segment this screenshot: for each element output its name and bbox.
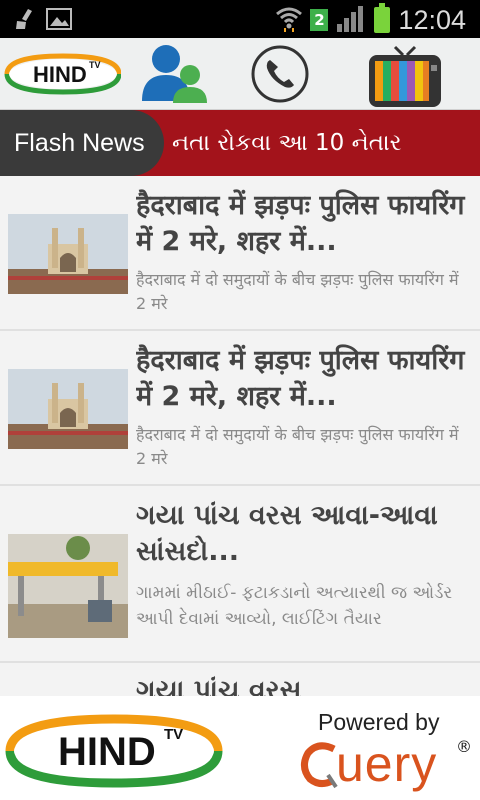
news-item[interactable]: ગયા પાંચ વરસ આવા-આવા સાંસદો... ગામમાં મી…: [0, 486, 480, 663]
toolbar-logo-text: HIND: [33, 62, 87, 87]
news-thumbnail: [8, 214, 128, 294]
news-headline[interactable]: ગયા પાંચ વરસ: [136, 673, 472, 696]
news-item[interactable]: हैदराबाद में झड़पः पुलिस फायरिंग में 2 म…: [0, 176, 480, 331]
toolbar-logo-sup: TV: [89, 60, 101, 70]
footer-hindtv-logo: HIND TV: [4, 713, 224, 793]
news-summary: ગામમાં મીઠાઈ- ફટાકડાનો અત્યારથી જ ઓર્ડર …: [136, 583, 453, 629]
toolbar: HIND TV: [0, 38, 480, 110]
footer-logo-text: HIND: [58, 730, 156, 774]
users-icon[interactable]: [130, 38, 220, 110]
news-thumbnail: [8, 369, 128, 449]
tv-icon[interactable]: [360, 38, 450, 110]
sim-badge: 2: [310, 9, 329, 31]
registered-mark: ®: [456, 737, 472, 756]
flash-news-ticker[interactable]: Flash News નતા રોકવા આ 10 નેતાર: [0, 110, 480, 176]
news-item[interactable]: ગયા પાંચ વરસ: [0, 663, 480, 696]
news-list[interactable]: हैदराबाद में झड़पः पुलिस फायरिंग में 2 म…: [0, 176, 480, 696]
hindtv-logo[interactable]: HIND TV: [0, 38, 124, 110]
status-bar: 2 12:04: [0, 0, 480, 38]
powered-by-label: Powered by: [318, 709, 440, 735]
news-headline[interactable]: ગયા પાંચ વરસ આવા-આવા સાંસદો...: [136, 498, 472, 570]
flash-news-text: નતા રોકવા આ 10 નેતાર: [172, 130, 402, 156]
broom-icon: [14, 7, 36, 35]
battery-icon: [374, 3, 391, 33]
clock: 12:04: [398, 4, 466, 35]
news-summary: हैदराबाद में दो समुदायों के बीच झड़पः पु…: [136, 270, 459, 313]
news-headline[interactable]: हैदराबाद में झड़पः पुलिस फायरिंग में 2 म…: [136, 343, 472, 415]
query-logo-text: uery: [336, 736, 438, 792]
wifi-icon: [276, 4, 303, 36]
signal-icon: [336, 4, 366, 36]
phone-icon[interactable]: [240, 38, 320, 110]
flash-news-label: Flash News: [0, 110, 164, 176]
footer-banner: HIND TV Powered by uery ®: [0, 697, 480, 800]
news-summary: हैदराबाद में दो समुदायों के बीच झड़पः पु…: [136, 425, 459, 468]
news-thumbnail: [8, 534, 128, 638]
footer-logo-sup: TV: [164, 726, 183, 743]
news-headline[interactable]: हैदराबाद में झड़पः पुलिस फायरिंग में 2 म…: [136, 188, 472, 260]
image-icon: [46, 7, 72, 35]
news-item[interactable]: हैदराबाद में झड़पः पुलिस फायरिंग में 2 म…: [0, 331, 480, 486]
